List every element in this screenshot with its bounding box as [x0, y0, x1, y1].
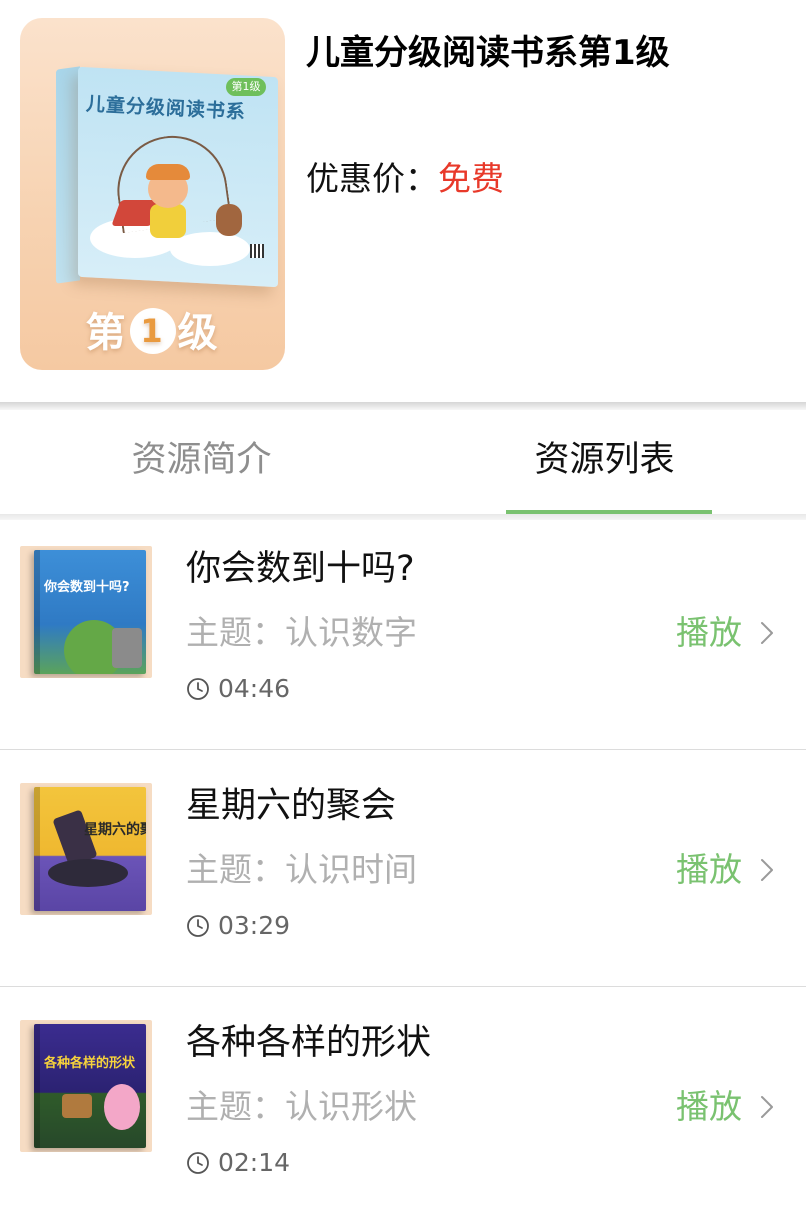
thumbnail-title: 各种各样的形状	[44, 1056, 136, 1071]
tab-resource-intro[interactable]: 资源简介	[0, 410, 403, 510]
resource-thumbnail: 各种各样的形状	[20, 1020, 152, 1152]
price-label: 优惠价：	[306, 159, 438, 198]
resource-item[interactable]: 星期六的聚会 星期六的聚会 主题：认识时间 03:29 播放	[0, 757, 806, 993]
chevron-right-icon	[761, 1096, 773, 1118]
cover-level-prefix: 第	[85, 310, 128, 356]
cover-badge: 第1级	[226, 78, 266, 96]
resource-item[interactable]: 各种各样的形状 各种各样的形状 主题：认识形状 02:14 播放	[0, 994, 806, 1208]
resource-subject: 主题：认识时间	[186, 850, 417, 889]
duration-text: 04:46	[218, 674, 291, 703]
play-button[interactable]: 播放	[676, 1082, 774, 1132]
resource-subject: 主题：认识形状	[186, 1087, 417, 1126]
tab-bar: 资源简介 资源列表	[0, 410, 806, 514]
play-label: 播放	[676, 613, 742, 652]
cover-level: 第1级	[20, 300, 285, 358]
resource-title: 星期六的聚会	[186, 786, 397, 826]
list-divider	[0, 986, 806, 987]
duration-text: 02:14	[218, 1148, 291, 1177]
product-header: 第1级 儿童分级阅读书系 第1级 儿童分级阅读书系第1级 优惠价：免费	[0, 0, 806, 402]
cover-level-suffix: 级	[177, 310, 220, 356]
play-button[interactable]: 播放	[676, 608, 774, 658]
resource-thumbnail: 你会数到十吗?	[20, 546, 152, 678]
play-button[interactable]: 播放	[676, 845, 774, 895]
chevron-right-icon	[761, 622, 773, 644]
resource-thumbnail: 星期六的聚会	[20, 783, 152, 915]
duration-text: 03:29	[218, 911, 291, 940]
play-label: 播放	[676, 850, 742, 889]
resource-subject: 主题：认识数字	[186, 613, 417, 652]
cover-kid-body	[150, 204, 186, 238]
cover-level-number: 1	[129, 308, 176, 354]
cover-kid-hair	[146, 164, 190, 180]
list-divider	[0, 749, 806, 750]
resource-duration: 02:14	[186, 1146, 290, 1180]
product-title: 儿童分级阅读书系第1级	[306, 33, 670, 73]
resource-duration: 03:29	[186, 909, 290, 943]
chevron-right-icon	[761, 859, 773, 881]
tab-resource-list[interactable]: 资源列表	[403, 410, 806, 510]
clock-icon	[187, 678, 209, 700]
clock-icon	[187, 915, 209, 937]
cover-qr-code	[250, 244, 264, 258]
thumbnail-title: 你会数到十吗?	[44, 580, 130, 595]
thumbnail-title: 星期六的聚会	[84, 822, 146, 838]
resource-duration: 04:46	[186, 672, 290, 706]
cover-cloud	[170, 232, 250, 266]
resource-title: 你会数到十吗?	[186, 549, 415, 589]
clock-icon	[187, 1152, 209, 1174]
resource-title: 各种各样的形状	[186, 1023, 432, 1063]
cover-box-side	[56, 66, 80, 284]
product-price: 优惠价：免费	[306, 156, 504, 202]
price-value: 免费	[438, 159, 504, 198]
resource-item[interactable]: 你会数到十吗? 你会数到十吗? 主题：认识数字 04:46 播放	[0, 520, 806, 756]
cover-bunny	[216, 204, 242, 236]
product-cover-image: 第1级 儿童分级阅读书系 第1级	[20, 18, 285, 370]
play-label: 播放	[676, 1087, 742, 1126]
